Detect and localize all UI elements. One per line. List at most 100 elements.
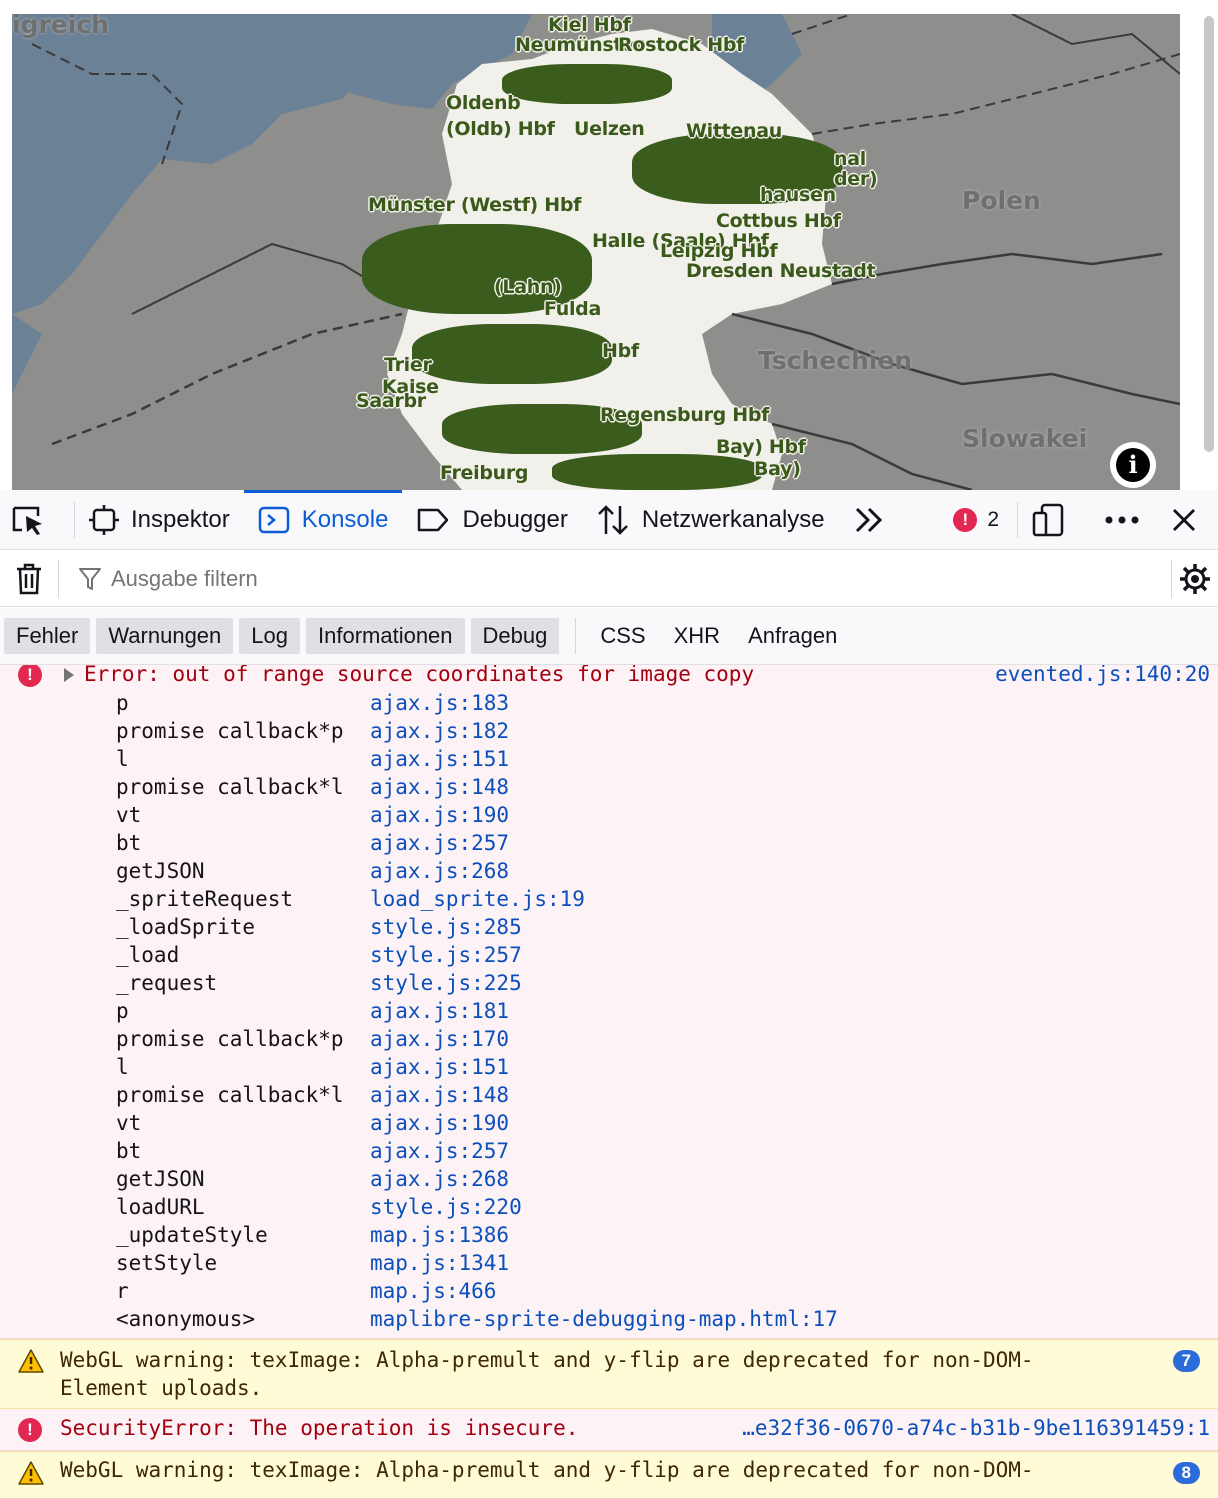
stack-frame-location-link[interactable]: style.js:220 [370,1195,522,1219]
debugger-icon [418,508,449,531]
stack-frame-function: vt [116,803,142,827]
stack-frame: _loadSprite style.js:285 [0,913,1218,941]
filter-css-button[interactable]: CSS [586,618,659,654]
filter-xhr-button[interactable]: XHR [660,618,734,654]
clear-console-button[interactable] [0,551,58,607]
filter-input[interactable] [111,565,1011,592]
stack-frame-function: l [116,1055,129,1079]
stack-frame-location-link[interactable]: style.js:285 [370,915,522,939]
city-label: hausen [760,184,836,206]
stack-frame: setStyle map.js:1341 [0,1249,1218,1277]
stack-frame: _updateStyle map.js:1386 [0,1221,1218,1249]
city-label: Fulda [544,298,601,320]
expand-triangle-icon[interactable] [64,668,74,682]
filter-info-button[interactable]: Informationen [306,618,465,654]
city-label: der) [834,168,878,190]
map-view[interactable]: igreich Polen Tschechien Slowakei Kiel H… [12,14,1180,490]
stack-frame-location-link[interactable]: ajax.js:181 [370,999,509,1023]
repeat-count-badge: 7 [1172,1350,1200,1372]
stack-frame-location-link[interactable]: ajax.js:148 [370,775,509,799]
city-label: Saarbr [356,390,426,412]
stack-frame-function: _load [116,943,180,967]
filter-separator [58,559,59,598]
error-source-link[interactable]: evented.js:140:20 [995,665,1210,686]
stack-frame-location-link[interactable]: ajax.js:148 [370,1083,509,1107]
tab-debugger[interactable]: Debugger [402,490,581,550]
console-category-bar: Fehler Warnungen Log Informationen Debug… [0,608,1218,665]
city-label: Cottbus Hbf [716,210,841,232]
ellipsis-icon [1105,516,1139,523]
stack-frame-function: promise callback*p [116,1027,344,1051]
stack-frame: l ajax.js:151 [0,1053,1218,1081]
warning-text-line: WebGL warning: texImage: Alpha-premult a… [60,1458,1034,1482]
filter-warnings-button[interactable]: Warnungen [96,618,234,654]
city-label: Kiel Hbf [548,14,631,36]
filter-errors-button[interactable]: Fehler [4,618,91,654]
stack-frame-location-link[interactable]: style.js:257 [370,943,522,967]
category-separator [575,618,577,654]
network-icon [597,504,628,535]
stack-frame-location-link[interactable]: ajax.js:151 [370,747,509,771]
more-options-button[interactable] [1090,490,1166,550]
error-message-text[interactable]: SecurityError: The operation is insecure… [60,1416,578,1440]
stack-frame-location-link[interactable]: ajax.js:257 [370,1139,509,1163]
filter-debug-button[interactable]: Debug [470,618,560,654]
console-settings-button[interactable] [1172,563,1218,595]
stack-frame-location-link[interactable]: ajax.js:268 [370,1167,509,1191]
city-label: Bay) [754,458,801,480]
stack-frame-location-link[interactable]: ajax.js:190 [370,803,509,827]
stack-frame-location-link[interactable]: ajax.js:182 [370,719,509,743]
country-label: Tschechien [758,346,913,375]
stack-frame-location-link[interactable]: map.js:466 [370,1279,496,1303]
tab-inspector[interactable]: Inspektor [75,490,244,550]
stack-frame: vt ajax.js:190 [0,801,1218,829]
error-source-link[interactable]: …e32f36-0670-a74c-b31b-9be116391459:1 [742,1416,1210,1440]
tab-label: Netzwerkanalyse [641,505,825,533]
stack-frame-location-link[interactable]: map.js:1386 [370,1223,509,1247]
stack-frame: _request style.js:225 [0,969,1218,997]
tab-console[interactable]: Konsole [243,489,403,550]
responsive-design-button[interactable] [1018,490,1090,550]
filter-requests-button[interactable]: Anfragen [734,618,851,654]
stack-frame-location-link[interactable]: style.js:225 [370,971,522,995]
city-label: (Oldb) Hbf [446,118,555,140]
element-picker-button[interactable] [0,490,74,550]
stack-frame-location-link[interactable]: ajax.js:190 [370,1111,509,1135]
city-label: Hbf [602,340,639,362]
tab-network[interactable]: Netzwerkanalyse [582,490,839,550]
page-scrollbar[interactable] [1196,0,1218,490]
stack-frame-location-link[interactable]: ajax.js:183 [370,691,509,715]
stack-frame: getJSON ajax.js:268 [0,857,1218,885]
stack-frame-location-link[interactable]: ajax.js:268 [370,859,509,883]
warning-text-line: Element uploads. [60,1376,263,1400]
map-info-button[interactable]: i [1110,442,1156,488]
stack-frame-location-link[interactable]: load_sprite.js:19 [370,887,585,911]
scrollbar-thumb[interactable] [1204,16,1214,452]
filter-log-button[interactable]: Log [239,618,300,654]
stack-trace: p ajax.js:183 promise callback*p ajax.js:18… [0,689,1218,1333]
error-count-button[interactable]: ! 2 [953,490,1017,550]
warning-icon [18,1349,44,1373]
stack-frame: bt ajax.js:257 [0,1137,1218,1165]
stack-frame-location-link[interactable]: map.js:1341 [370,1251,509,1275]
element-picker-icon [12,506,42,535]
console-warning-message: WebGL warning: texImage: Alpha-premult a… [0,1339,1218,1409]
country-label: Polen [962,186,1041,215]
inspector-icon [89,504,119,535]
stack-frame-location-link[interactable]: ajax.js:257 [370,831,509,855]
error-message-text[interactable]: Error: out of range source coordinates f… [84,665,754,686]
stack-frame: p ajax.js:181 [0,997,1218,1025]
city-label: Oldenb [446,92,521,114]
stack-frame-function: <anonymous> [116,1307,256,1331]
city-label: Regensburg Hbf [600,404,770,426]
console-output: ! Error: out of range source coordinates… [0,665,1218,1498]
city-label: nal [834,148,866,170]
label-cluster [502,64,672,104]
console-icon [258,506,289,533]
stack-frame-location-link[interactable]: maplibre-sprite-debugging-map.html:17 [370,1307,838,1331]
close-devtools-button[interactable] [1166,490,1218,550]
city-label: Dresden Neustadt [686,260,876,282]
stack-frame-location-link[interactable]: ajax.js:170 [370,1027,509,1051]
more-tools-button[interactable] [839,490,911,550]
stack-frame-location-link[interactable]: ajax.js:151 [370,1055,509,1079]
